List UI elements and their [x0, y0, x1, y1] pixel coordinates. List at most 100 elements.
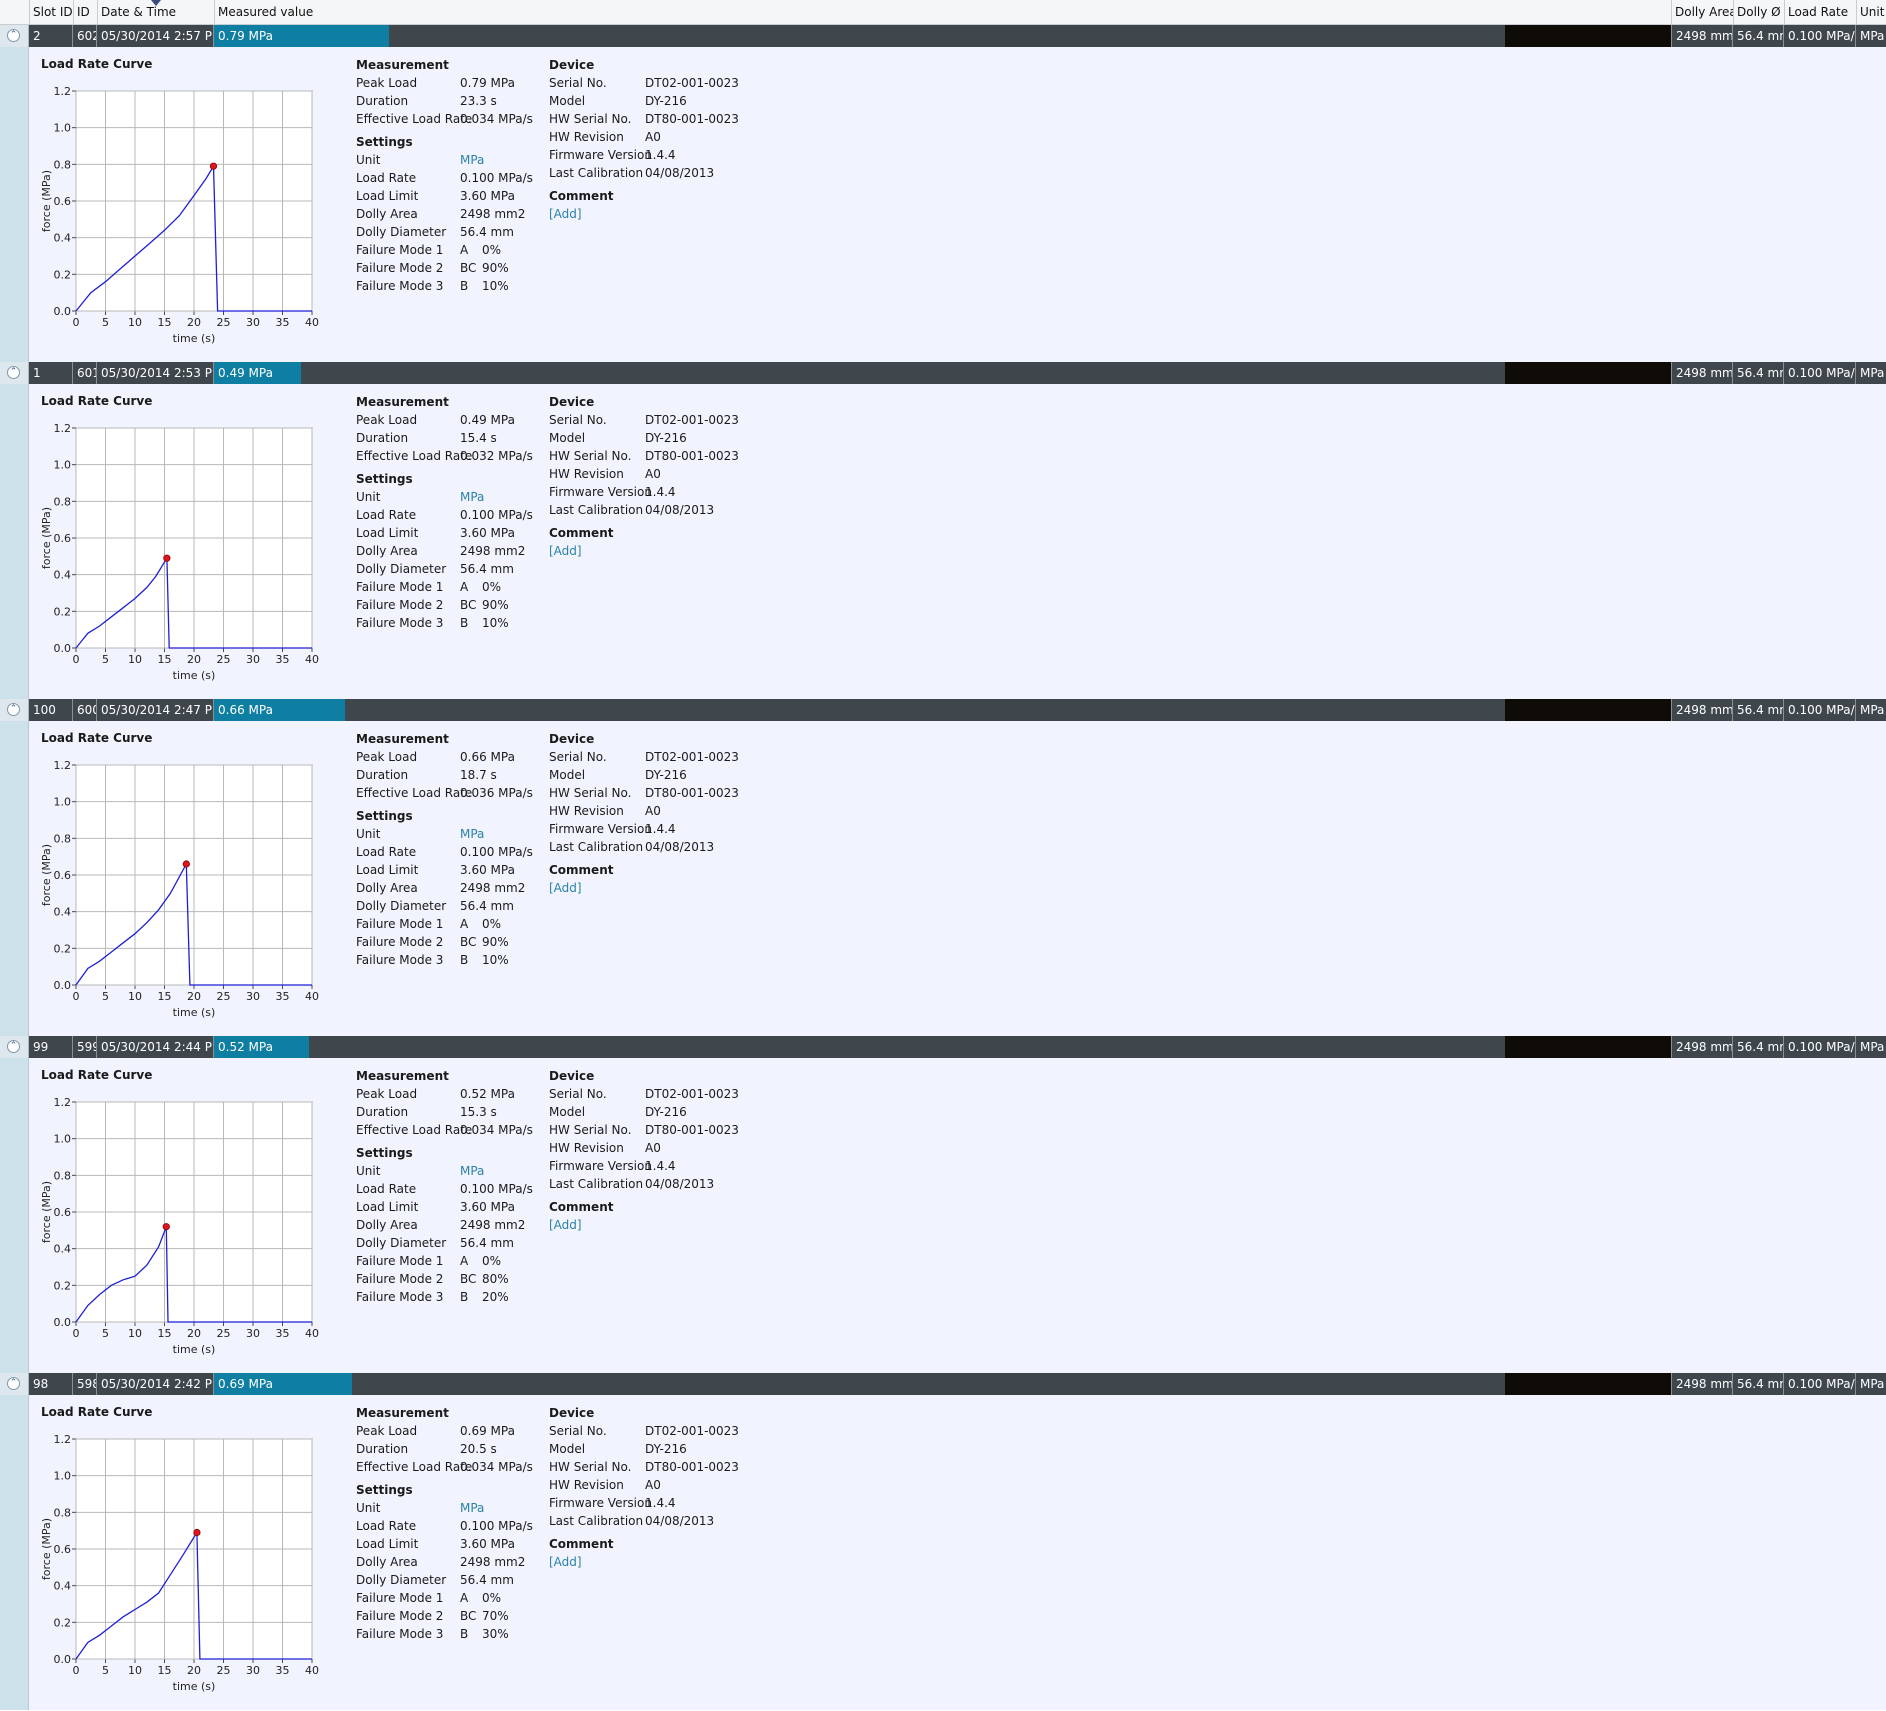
dolly-area-label: Dolly Area [356, 1218, 418, 1232]
collapse-button[interactable]: ⌃ [0, 1373, 29, 1395]
row-id: 600 [73, 699, 97, 721]
failure-mode-3-label: Failure Mode 3 [356, 1627, 444, 1641]
add-comment-link[interactable]: [Add] [549, 207, 582, 221]
record-row[interactable]: ⌃ 99 599 05/30/2014 2:44 PM 0.52 MPa 249… [0, 1036, 1886, 1058]
add-comment-link[interactable]: [Add] [549, 1555, 582, 1569]
dolly-area-label: Dolly Area [356, 544, 418, 558]
failure-mode-2-percent: 90% [482, 261, 509, 275]
column-header-id[interactable]: ID [73, 0, 97, 24]
column-header-measured-value[interactable]: Measured value [214, 0, 1671, 24]
y-tick-label: 0.8 [54, 1169, 72, 1182]
serial-no-label: Serial No. [549, 750, 607, 764]
serial-no-value: DT02-001-0023 [645, 413, 739, 427]
record-row[interactable]: ⌃ 98 598 05/30/2014 2:42 PM 0.69 MPa 249… [0, 1373, 1886, 1395]
hw-revision-value: A0 [645, 1478, 661, 1492]
x-tick-label: 0 [73, 1664, 80, 1677]
column-header-load-rate[interactable]: Load Rate [1784, 0, 1856, 24]
load-rate-chart: 0 5 10 15 20 25 30 35 40 0.0 0.2 0.4 0.6 0.8 1.0 1.2 tim… [40, 1096, 319, 1356]
model-value: DY-216 [645, 768, 687, 782]
row-measured-value: 0.49 MPa [218, 366, 273, 380]
model-value: DY-216 [645, 1442, 687, 1456]
serial-no-value: DT02-001-0023 [645, 1087, 739, 1101]
collapse-button[interactable]: ⌃ [0, 362, 29, 384]
chevron-up-icon: ⌃ [7, 703, 20, 716]
hw-revision-label: HW Revision [549, 804, 624, 818]
failure-mode-3-percent: 30% [482, 1627, 509, 1641]
dolly-area-label: Dolly Area [356, 881, 418, 895]
y-tick-label: 1.2 [54, 1433, 72, 1446]
row-slot-id: 2 [29, 25, 73, 47]
y-tick-label: 0.0 [54, 305, 72, 318]
failure-mode-3-percent: 10% [482, 953, 509, 967]
hw-revision-value: A0 [645, 1141, 661, 1155]
effective-load-rate-label: Effective Load Rate [356, 786, 473, 800]
row-unit: MPa [1860, 703, 1885, 717]
hw-serial-no-label: HW Serial No. [549, 112, 632, 126]
record-details: Load Rate Curve 0 5 10 15 20 25 30 35 40 0.0 0.2 0.… [0, 721, 1886, 1036]
record-row[interactable]: ⌃ 1 601 05/30/2014 2:53 PM 0.49 MPa 2498… [0, 362, 1886, 384]
add-comment-link[interactable]: [Add] [549, 544, 582, 558]
dolly-diameter-label: Dolly Diameter [356, 899, 447, 913]
add-comment-link[interactable]: [Add] [549, 1218, 582, 1232]
effective-load-rate-label: Effective Load Rate [356, 449, 473, 463]
unit-label: Unit [356, 153, 381, 167]
y-tick-label: 0.2 [54, 1616, 72, 1629]
failure-mode-2-code: BC [460, 261, 477, 275]
x-tick-label: 20 [187, 1664, 201, 1677]
row-bar-shade [1505, 362, 1671, 384]
chevron-up-icon: ⌃ [7, 366, 20, 379]
effective-load-rate-value: 0.032 MPa/s [460, 449, 533, 463]
last-calibration-label: Last Calibration [549, 1514, 644, 1528]
column-header-date-time[interactable]: Date & Time [97, 0, 214, 24]
add-comment-link[interactable]: [Add] [549, 881, 582, 895]
failure-mode-3-code: B [460, 1627, 469, 1641]
record-details: Load Rate Curve 0 5 10 15 20 25 30 35 40 0.0 0.2 0.… [0, 1058, 1886, 1373]
load-rate-label: Load Rate [356, 508, 417, 522]
row-dolly-diameter: 56.4 mm [1733, 25, 1784, 47]
x-axis-label: time (s) [173, 1343, 216, 1356]
column-header-dolly-diameter[interactable]: Dolly Ø [1733, 0, 1784, 24]
x-tick-label: 35 [276, 653, 290, 666]
record-row[interactable]: ⌃ 2 602 05/30/2014 2:57 PM 0.79 MPa 2498… [0, 25, 1886, 47]
last-calibration-label: Last Calibration [549, 503, 644, 517]
device-section: Device Serial No. DT02-001-0023 Model DY-2… [549, 394, 739, 560]
failure-mode-2-label: Failure Mode 2 [356, 261, 444, 275]
load-rate-value: 0.100 MPa/s [460, 508, 533, 522]
x-tick-label: 10 [128, 990, 142, 1003]
record-details: Load Rate Curve 0 5 10 15 20 25 30 35 40 0.0 0.2 0.… [0, 47, 1886, 362]
collapse-button[interactable]: ⌃ [0, 699, 29, 721]
firmware-version-label: Firmware Version [549, 822, 652, 836]
hw-revision-label: HW Revision [549, 130, 624, 144]
dolly-diameter-label: Dolly Diameter [356, 562, 447, 576]
row-dolly-area: 2498 mm2 [1671, 25, 1733, 47]
unit-label: Unit [356, 490, 381, 504]
collapse-button[interactable]: ⌃ [0, 1036, 29, 1058]
failure-mode-2-percent: 80% [482, 1272, 509, 1286]
detail-gutter [0, 47, 29, 362]
load-rate-label: Load Rate [356, 1182, 417, 1196]
record-details: Load Rate Curve 0 5 10 15 20 25 30 35 40 0.0 0.2 0.… [0, 1395, 1886, 1710]
settings-heading: Settings [356, 809, 413, 823]
x-tick-label: 35 [276, 990, 290, 1003]
x-tick-label: 30 [246, 653, 260, 666]
row-id: 598 [73, 1373, 97, 1395]
row-dolly-area: 2498 mm2 [1671, 1373, 1733, 1395]
column-header-unit[interactable]: Unit [1856, 0, 1886, 24]
failure-mode-3-code: B [460, 616, 469, 630]
failure-mode-1-label: Failure Mode 1 [356, 1254, 444, 1268]
record-row[interactable]: ⌃ 100 600 05/30/2014 2:47 PM 0.66 MPa 24… [0, 699, 1886, 721]
y-tick-label: 0.8 [54, 158, 72, 171]
detail-gutter [0, 384, 29, 699]
column-header-dolly-area[interactable]: Dolly Area [1671, 0, 1733, 24]
collapse-button[interactable]: ⌃ [0, 25, 29, 47]
x-tick-label: 5 [102, 316, 109, 329]
column-header-slot-id[interactable]: Slot ID [29, 0, 73, 24]
load-rate-chart: 0 5 10 15 20 25 30 35 40 0.0 0.2 0.4 0.6 0.8 1.0 1.2 tim… [40, 759, 319, 1019]
unit-value: MPa [460, 1501, 485, 1515]
y-tick-label: 0.6 [54, 1206, 72, 1219]
x-tick-label: 25 [217, 1327, 231, 1340]
load-rate-label: Load Rate [356, 1519, 417, 1533]
measurement-heading: Measurement [356, 395, 449, 409]
comment-heading: Comment [549, 1200, 614, 1214]
failure-mode-3-label: Failure Mode 3 [356, 279, 444, 293]
